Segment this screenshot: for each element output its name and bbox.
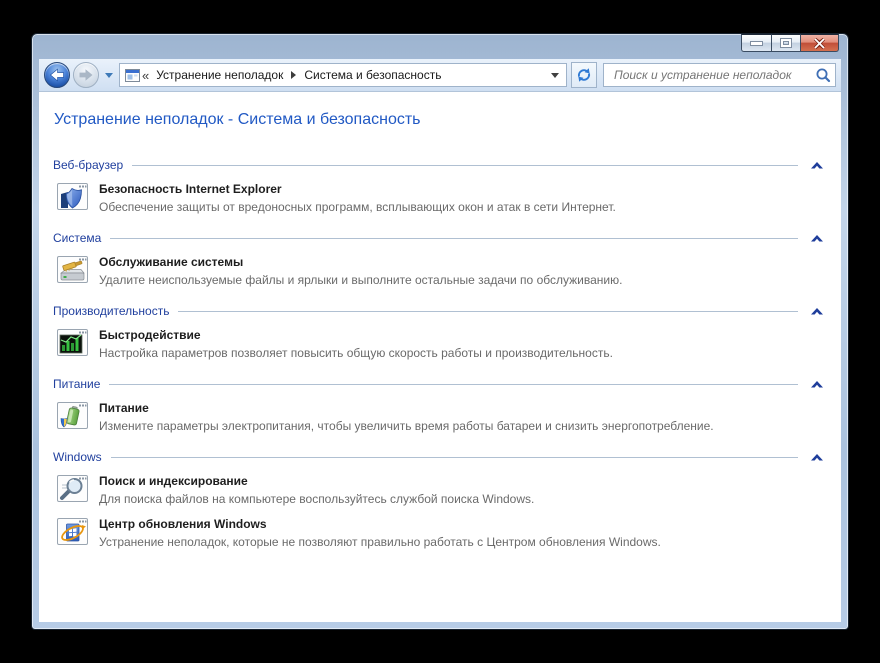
collapse-section-button[interactable] <box>807 162 827 169</box>
content-area: Устранение неполадок - Система и безопас… <box>39 92 841 621</box>
section-divider <box>111 457 798 458</box>
item-text: Питание Измените параметры электропитани… <box>99 400 714 433</box>
performance-icon <box>56 327 90 359</box>
explorer-window: « Устранение неполадок Система и безопас… <box>31 33 849 630</box>
item-text: Обслуживание системы Удалите неиспользуе… <box>99 254 622 287</box>
item-title[interactable]: Быстродействие <box>99 328 613 342</box>
section-label: Питание <box>53 377 100 391</box>
item-description: Для поиска файлов на компьютере воспольз… <box>99 492 534 506</box>
item-text: Поиск и индексирование Для поиска файлов… <box>99 473 534 506</box>
titlebar[interactable] <box>32 34 848 59</box>
close-icon <box>813 38 826 49</box>
ie-security-icon <box>56 181 90 213</box>
forward-button[interactable] <box>73 62 99 88</box>
troubleshoot-item-ie-security[interactable]: Безопасность Internet Explorer Обеспечен… <box>53 174 827 217</box>
refresh-button[interactable] <box>571 62 597 88</box>
chevron-up-icon <box>811 308 823 315</box>
section-header: Система <box>53 229 827 247</box>
page-title: Устранение неполадок - Система и безопас… <box>54 111 827 129</box>
item-title[interactable]: Питание <box>99 401 714 415</box>
section-performance: Производительность <box>53 302 827 363</box>
window-body: « Устранение неполадок Система и безопас… <box>39 59 841 622</box>
section-divider <box>110 238 798 239</box>
section-divider <box>109 384 798 385</box>
section-label: Производительность <box>53 304 169 318</box>
section-header: Питание <box>53 375 827 393</box>
section-header: Производительность <box>53 302 827 320</box>
item-text: Центр обновления Windows Устранение непо… <box>99 516 661 549</box>
troubleshoot-item-power[interactable]: Питание Измените параметры электропитани… <box>53 393 827 436</box>
chevron-up-icon <box>811 381 823 388</box>
breadcrumb-item-troubleshooting[interactable]: Устранение неполадок <box>151 66 288 84</box>
search-box[interactable] <box>603 63 836 87</box>
section-header: Windows <box>53 448 827 466</box>
item-title[interactable]: Поиск и индексирование <box>99 474 534 488</box>
section-power: Питание <box>53 375 827 436</box>
chevron-up-icon <box>811 454 823 461</box>
section-label: Windows <box>53 450 102 464</box>
address-bar[interactable]: « Устранение неполадок Система и безопас… <box>119 63 567 87</box>
breadcrumb-separator-icon <box>291 71 296 79</box>
item-text: Быстродействие Настройка параметров позв… <box>99 327 613 360</box>
section-label: Система <box>53 231 101 245</box>
item-description: Устранение неполадок, которые не позволя… <box>99 535 661 549</box>
item-title[interactable]: Обслуживание системы <box>99 255 622 269</box>
item-text: Безопасность Internet Explorer Обеспечен… <box>99 181 616 214</box>
section-header: Веб-браузер <box>53 156 827 174</box>
close-button[interactable] <box>801 34 839 52</box>
address-dropdown-icon[interactable] <box>551 73 559 78</box>
troubleshoot-item-search-indexing[interactable]: Поиск и индексирование Для поиска файлов… <box>53 466 827 509</box>
chevron-up-icon <box>811 162 823 169</box>
item-description: Измените параметры электропитания, чтобы… <box>99 419 714 433</box>
arrow-right-icon <box>78 68 94 82</box>
item-description: Обеспечение защиты от вредоносных програ… <box>99 200 616 214</box>
collapse-section-button[interactable] <box>807 381 827 388</box>
section-divider <box>132 165 798 166</box>
search-input[interactable] <box>612 67 815 83</box>
section-system: Система <box>53 229 827 290</box>
troubleshoot-item-windows-update[interactable]: Центр обновления Windows Устранение непо… <box>53 509 827 552</box>
section-windows: Windows <box>53 448 827 552</box>
collapse-section-button[interactable] <box>807 235 827 242</box>
section-divider <box>178 311 798 312</box>
item-title[interactable]: Безопасность Internet Explorer <box>99 182 616 196</box>
back-button[interactable] <box>44 62 70 88</box>
maximize-icon <box>781 39 791 47</box>
breadcrumb-item-system-security[interactable]: Система и безопасность <box>299 66 446 84</box>
breadcrumb-overflow-chevrons[interactable]: « <box>140 68 151 83</box>
power-icon <box>56 400 90 432</box>
refresh-icon <box>576 67 592 83</box>
collapse-section-button[interactable] <box>807 308 827 315</box>
section-label: Веб-браузер <box>53 158 123 172</box>
arrow-left-icon <box>49 68 65 82</box>
minimize-icon <box>751 42 762 45</box>
maximize-button[interactable] <box>771 34 801 52</box>
section-web-browser: Веб-браузер <box>53 156 827 217</box>
item-description: Настройка параметров позволяет повысить … <box>99 346 613 360</box>
control-panel-window-icon[interactable] <box>125 69 140 82</box>
magnifier-icon[interactable] <box>815 67 831 83</box>
item-description: Удалите неиспользуемые файлы и ярлыки и … <box>99 273 622 287</box>
collapse-section-button[interactable] <box>807 454 827 461</box>
system-maintenance-icon <box>56 254 90 286</box>
troubleshoot-item-system-maintenance[interactable]: Обслуживание системы Удалите неиспользуе… <box>53 247 827 290</box>
minimize-button[interactable] <box>741 34 771 52</box>
window-controls <box>741 34 839 52</box>
search-indexing-icon <box>56 473 90 505</box>
troubleshoot-item-performance[interactable]: Быстродействие Настройка параметров позв… <box>53 320 827 363</box>
navigation-toolbar: « Устранение неполадок Система и безопас… <box>39 59 841 92</box>
chevron-up-icon <box>811 235 823 242</box>
history-dropdown-icon[interactable] <box>105 73 113 78</box>
windows-update-icon <box>56 516 90 548</box>
item-title[interactable]: Центр обновления Windows <box>99 517 661 531</box>
